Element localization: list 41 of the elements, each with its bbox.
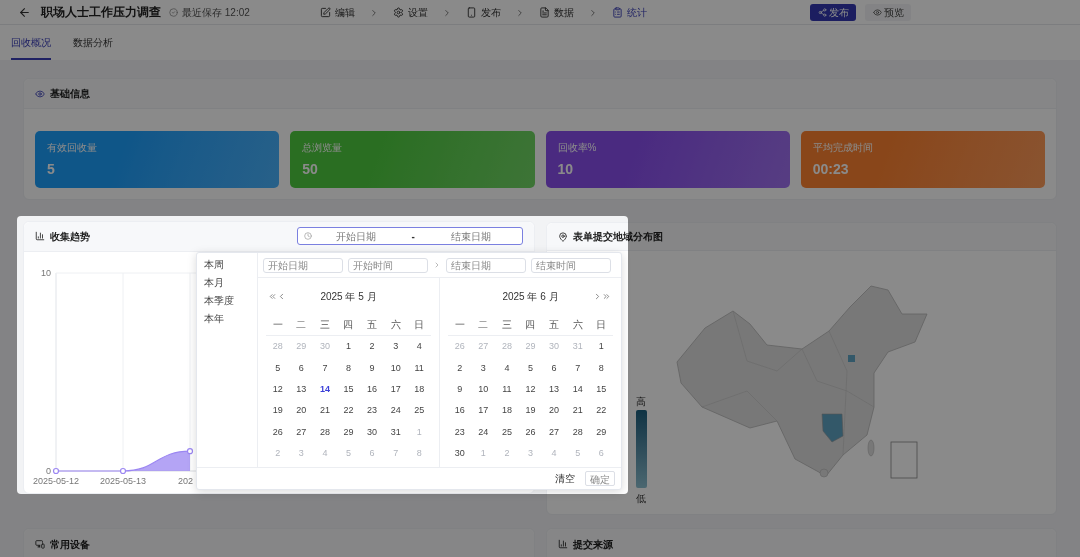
x-axis-label: 2025-05-13 [100, 475, 146, 486]
card-title: 常用设备 [50, 537, 90, 552]
weekday-label: 三 [318, 319, 331, 330]
weekday-label: 三 [500, 319, 513, 330]
legend-label: 高 [635, 395, 646, 409]
weekday-label: 五 [548, 319, 561, 330]
stat-label: 平均完成时间 [812, 141, 874, 155]
x-axis-label: 202 [177, 475, 193, 486]
weekday-label: 一 [271, 319, 284, 330]
stat-label: 总浏览量 [302, 141, 344, 155]
stat-label: 有效回收量 [47, 141, 98, 155]
end-date-placeholder: 结束日期 [450, 229, 491, 244]
weekday-label: 二 [295, 319, 308, 330]
weekday-label: 二 [477, 319, 490, 330]
card-title: 表单提交地域分布图 [572, 230, 663, 244]
y-axis-label: 0 [46, 465, 51, 476]
weekday-label: 日 [413, 319, 426, 330]
month-title: 2025 年 6 月 [502, 289, 559, 304]
y-axis-label: 10 [41, 267, 51, 278]
weekday-label: 日 [595, 319, 608, 330]
stat-value: 10 [557, 160, 575, 179]
weekday-label: 六 [571, 319, 584, 330]
weekday-label: 六 [389, 319, 402, 330]
save-status: 最近保存 12:02 [182, 5, 250, 20]
card-title: 收集趋势 [50, 229, 90, 244]
month-title: 2025 年 5 月 [320, 289, 377, 304]
weekday-label: 一 [453, 319, 466, 330]
weekday-label: 四 [524, 319, 537, 330]
stat-value: 00:23 [812, 160, 850, 179]
weekday-label: 四 [342, 319, 355, 330]
range-separator: - [411, 229, 415, 244]
x-axis-label: 2025-05-12 [33, 475, 79, 486]
stat-label: 回收率% [557, 141, 598, 155]
weekday-label: 五 [366, 319, 379, 330]
survey-title: 职场人士工作压力调查 [41, 4, 161, 21]
stat-value: 5 [47, 160, 56, 179]
card-title: 提交来源 [572, 537, 613, 552]
card-title: 基础信息 [50, 87, 90, 101]
legend-label: 低 [635, 492, 646, 506]
stat-value: 50 [302, 160, 319, 179]
start-date-placeholder: 开始日期 [335, 229, 376, 244]
